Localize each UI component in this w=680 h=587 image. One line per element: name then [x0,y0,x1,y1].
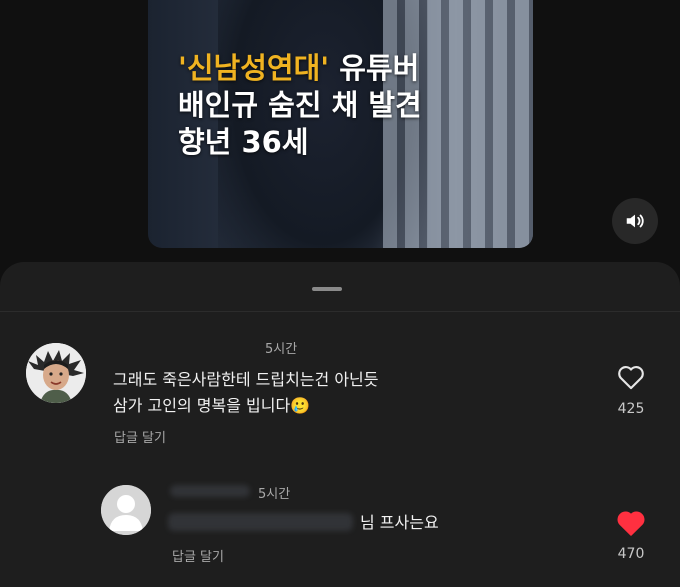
like-count: 425 [617,401,645,417]
reply-button[interactable]: 답글 달기 [114,427,166,446]
avatar[interactable] [26,343,86,403]
sound-button[interactable] [612,198,658,244]
headline-highlight: '신남성연대' [178,51,330,85]
redacted-mention [168,513,353,531]
comment-text-line: 그래도 죽은사람한테 드립치는건 아닌듯 [113,370,379,389]
headline-line3: 향년 36세 [178,125,309,159]
headline-line2: 배인규 숨진 채 발견 [178,88,422,122]
comment-text: 님 프사는요 [360,513,439,532]
like-count: 470 [617,546,645,562]
speaker-icon [626,214,644,228]
comment-time: 5시간 [265,342,298,357]
reply-button[interactable]: 답글 달기 [172,546,224,565]
redacted-username [170,485,250,497]
sheet-drag-handle[interactable] [312,287,342,291]
heart-outline-icon[interactable] [617,364,645,390]
sheet-divider [0,311,680,312]
avatar[interactable] [101,485,151,535]
heart-filled-icon[interactable] [616,509,646,537]
comment-text-line: 삼가 고인의 명복을 빕니다🥲 [113,396,311,415]
default-avatar-icon [101,485,151,535]
profile-photo-icon [26,343,86,403]
video-headline: '신남성연대' 유튜버 배인규 숨진 채 발견 향년 36세 [178,50,422,161]
comment-time: 5시간 [258,487,291,502]
headline-line1-rest: 유튜버 [329,51,420,85]
